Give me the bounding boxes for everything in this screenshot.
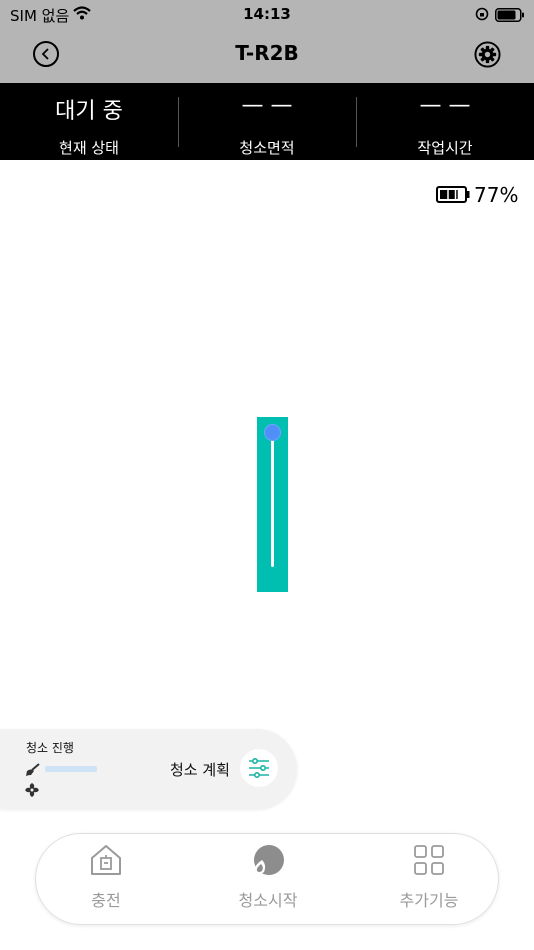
cleaning-progress-panel: 청소 진행 청소 계획	[0, 729, 297, 809]
start-clean-icon	[193, 844, 343, 884]
clock-time: 14:13	[243, 5, 291, 23]
home-charge-icon	[31, 844, 181, 880]
stats-panel: 대기 중 현재 상태 — — 청소면적 — — 작업시간	[0, 83, 534, 160]
status-battery-icon	[495, 7, 525, 26]
nav-charge[interactable]: 충전	[31, 834, 181, 926]
nav-label: 청소시작	[238, 891, 298, 910]
progress-title: 청소 진행	[26, 741, 74, 755]
settings-button[interactable]	[474, 41, 501, 72]
robot-path	[271, 431, 274, 567]
page-title: T-R2B	[235, 41, 299, 65]
stat-label: 작업시간	[417, 139, 473, 157]
nav-label: 충전	[91, 891, 121, 910]
app-header: SIM 없음 14:13 T-R2B	[0, 0, 534, 83]
nav-more-features[interactable]: 추가기능	[354, 834, 504, 926]
stat-value: 대기 중	[55, 99, 123, 124]
stat-current-status: 대기 중 현재 상태	[0, 83, 178, 160]
battery-icon	[436, 186, 470, 207]
grid-apps-icon	[354, 844, 504, 880]
rotation-lock-icon	[475, 6, 489, 25]
stat-work-time: — — 작업시간	[356, 83, 534, 160]
fan-icon	[25, 782, 39, 801]
progress-bar	[45, 766, 97, 772]
status-bar: SIM 없음 14:13	[0, 0, 534, 28]
cleaning-map[interactable]	[257, 417, 288, 592]
brush-icon	[25, 762, 41, 781]
bottom-nav: 충전 청소시작 추가기능	[35, 833, 499, 925]
stat-label: 현재 상태	[59, 139, 119, 157]
nav-label: 추가기능	[399, 891, 459, 910]
cleaning-plan-label[interactable]: 청소 계획	[170, 759, 230, 780]
battery-percent: 77%	[474, 183, 519, 207]
nav-start-cleaning[interactable]: 청소시작	[193, 834, 343, 926]
stat-cleaning-area: — — 청소면적	[178, 83, 356, 160]
stat-label: 청소면적	[239, 139, 295, 157]
stat-value: — —	[241, 93, 293, 118]
cleaning-plan-button[interactable]	[240, 749, 278, 787]
gear-icon	[474, 41, 501, 68]
robot-location-marker	[264, 424, 281, 441]
sliders-icon	[249, 757, 269, 778]
stat-value: — —	[419, 93, 471, 118]
